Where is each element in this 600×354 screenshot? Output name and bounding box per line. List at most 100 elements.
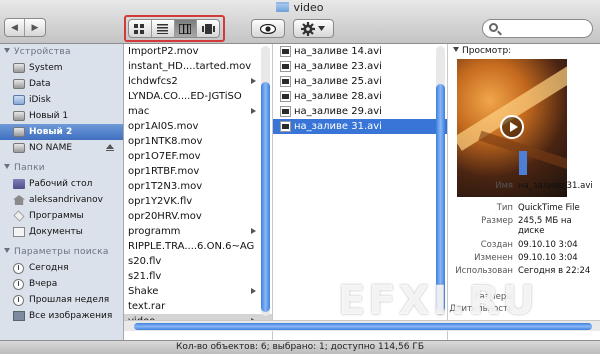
sidebar-item-desktop[interactable]: Рабочий стол [0, 176, 123, 192]
list-item[interactable]: opr1RTBF.mov [124, 164, 272, 179]
list-item[interactable]: instant_HD....tarted.mov [124, 59, 272, 74]
sidebar-item-idisk[interactable]: iDisk [0, 92, 123, 108]
list-view-button[interactable] [152, 20, 175, 37]
file-name: opr1Y2VK.flv [128, 196, 193, 207]
status-bar: Кол-во объектов: 6; выбрано: 1; доступно… [0, 340, 600, 354]
horizontal-scroll-thumb[interactable] [134, 323, 592, 330]
file-name: на_заливе 29.avi [294, 106, 382, 117]
sidebar-section-search[interactable]: Параметры поиска [0, 244, 123, 260]
list-item[interactable]: ImportP2.mov [124, 44, 272, 59]
sidebar-item-novyi-2[interactable]: Новый 2 [0, 124, 123, 140]
sidebar-item-yesterday[interactable]: Вчера [0, 276, 123, 292]
list-item[interactable]: на_заливе 23.avi [273, 59, 447, 74]
column-view-icon [179, 23, 192, 34]
disk-icon [13, 79, 25, 89]
list-item[interactable]: text.rar [124, 299, 272, 314]
forward-button[interactable]: ▶ [25, 19, 45, 36]
sidebar-item-system[interactable]: System [0, 60, 123, 76]
file-name: s21.flv [128, 271, 162, 282]
sidebar-item-applications[interactable]: Программы [0, 208, 123, 224]
file-name: opr1RTBF.mov [128, 166, 200, 177]
view-mode-buttons [128, 19, 220, 38]
coverflow-view-button[interactable] [197, 20, 219, 37]
sidebar-item-label: Документы [29, 227, 83, 237]
list-item[interactable]: opr1T2N3.mov [124, 179, 272, 194]
list-item[interactable]: opr1NTK8.mov [124, 134, 272, 149]
vertical-scrollbar[interactable] [261, 82, 270, 312]
action-menu-button[interactable] [293, 19, 334, 38]
video-file-icon [280, 76, 291, 87]
navigation-buttons: ◀ ▶ [4, 18, 46, 37]
list-item[interactable]: на_заливе 28.avi [273, 89, 447, 104]
play-icon[interactable] [500, 115, 524, 139]
disclosure-triangle-icon [4, 164, 10, 169]
file-name: s20.flv [128, 256, 162, 267]
eject-icon[interactable] [106, 144, 114, 151]
sidebar-item-novyi-1[interactable]: Новый 1 [0, 108, 123, 124]
window-title-text: video [293, 1, 324, 14]
sidebar-item-no-name[interactable]: NO NAME [0, 140, 123, 156]
info-value: QuickTime File [518, 203, 580, 213]
disclosure-triangle-icon [4, 248, 10, 253]
list-item[interactable]: lchdwfcs2 [124, 74, 272, 89]
search-field[interactable] [482, 19, 593, 38]
list-item[interactable]: LYNDA.CO....ED-JGTiSO [124, 89, 272, 104]
list-item[interactable]: RIPPLE.TRA....6.ON.6~AG [124, 239, 272, 254]
sidebar-item-last-week[interactable]: Прошлая неделя [0, 292, 123, 308]
file-name: opr1T2N3.mov [128, 181, 203, 192]
sidebar-item-documents[interactable]: Документы [0, 224, 123, 240]
clock-icon [13, 295, 24, 306]
eye-icon [260, 23, 276, 34]
folder-icon [276, 2, 290, 12]
sidebar-item-data[interactable]: Data [0, 76, 123, 92]
sidebar-item-label: NO NAME [29, 143, 73, 153]
list-item[interactable]: s21.flv [124, 269, 272, 284]
list-item[interactable]: на_заливе 25.avi [273, 74, 447, 89]
list-item[interactable]: opr1O7EF.mov [124, 149, 272, 164]
list-item[interactable]: s20.flv [124, 254, 272, 269]
sidebar-item-today[interactable]: Сегодня [0, 260, 123, 276]
idisk-icon [13, 95, 25, 105]
preview-heading[interactable]: Просмотр: [453, 46, 511, 56]
info-value: Сегодня в 22:24 [518, 266, 591, 276]
sidebar-item-label: System [29, 63, 63, 73]
quick-look-button[interactable] [251, 19, 285, 38]
sidebar-section-devices[interactable]: Устройства [0, 44, 123, 60]
sidebar-item-label: iDisk [29, 95, 51, 105]
list-item[interactable]: opr20HRV.mov [124, 209, 272, 224]
file-name: LYNDA.CO....ED-JGTiSO [128, 91, 242, 102]
documents-icon [13, 227, 25, 237]
video-file-icon [280, 46, 291, 57]
list-item-selected[interactable]: на_заливе 31.avi [273, 119, 447, 134]
file-name: на_заливе 31.avi [294, 121, 382, 132]
sidebar-section-folders[interactable]: Папки [0, 160, 123, 176]
back-button[interactable]: ◀ [5, 19, 25, 36]
column-view-button[interactable] [174, 20, 198, 37]
video-file-icon [280, 91, 291, 102]
coverflow-view-icon [201, 23, 215, 34]
list-item[interactable]: opr1Y2VK.flv [124, 194, 272, 209]
list-item[interactable]: на_заливе 29.avi [273, 104, 447, 119]
file-name: opr1AI0S.mov [128, 121, 199, 132]
video-thumbnail[interactable] [457, 59, 567, 197]
list-item[interactable]: programm [124, 224, 272, 239]
clock-icon [13, 263, 24, 274]
sidebar-item-label: Новый 2 [29, 127, 73, 137]
section-title: Папки [14, 163, 45, 173]
clock-icon [13, 279, 24, 290]
disk-icon [13, 63, 25, 73]
list-item[interactable]: на_заливе 14.avi [273, 44, 447, 59]
applications-icon [13, 210, 25, 222]
list-item[interactable]: opr1AI0S.mov [124, 119, 272, 134]
thumbnail-figure [519, 151, 527, 175]
disk-icon [13, 143, 25, 153]
disk-icon [13, 111, 25, 121]
file-name: ImportP2.mov [128, 46, 199, 57]
file-name: opr1O7EF.mov [128, 151, 201, 162]
icon-view-button[interactable] [129, 20, 152, 37]
list-item[interactable]: Shake [124, 284, 272, 299]
list-item[interactable]: mac [124, 104, 272, 119]
folder-arrow-icon [251, 78, 256, 84]
sidebar-item-all-images[interactable]: Все изображения [0, 308, 123, 324]
sidebar-item-home[interactable]: aleksandrivanov [0, 192, 123, 208]
